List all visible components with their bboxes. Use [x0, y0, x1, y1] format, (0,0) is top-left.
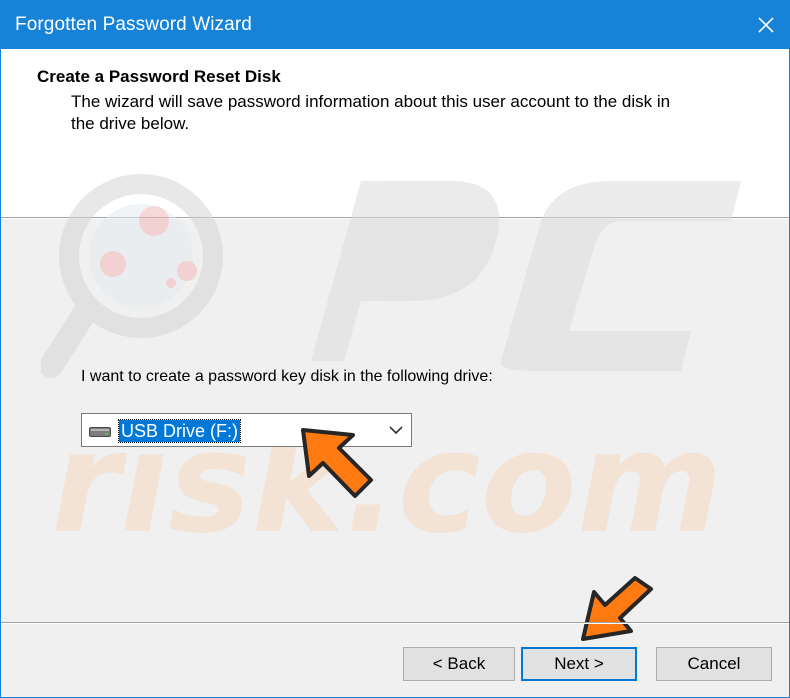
- next-button[interactable]: Next >: [521, 647, 637, 681]
- wizard-window: Forgotten Password Wizard Create a Passw…: [0, 0, 790, 698]
- wizard-header: Create a Password Reset Disk The wizard …: [1, 49, 789, 217]
- chevron-down-icon[interactable]: [389, 425, 403, 435]
- window-title: Forgotten Password Wizard: [15, 14, 252, 35]
- close-icon: [758, 17, 774, 33]
- pointer-arrow-next: [581, 576, 653, 641]
- close-button[interactable]: [743, 1, 789, 49]
- footer-divider: [1, 622, 789, 624]
- pcrisk-watermark: risk.com: [41, 174, 741, 551]
- page-title: Create a Password Reset Disk: [37, 67, 281, 86]
- header-divider: [1, 217, 789, 219]
- drive-prompt-label: I want to create a password key disk in …: [81, 368, 493, 385]
- cancel-button[interactable]: Cancel: [656, 647, 772, 681]
- pointer-arrow-drive: [301, 428, 373, 498]
- page-description: The wizard will save password informatio…: [71, 92, 671, 133]
- selected-drive: USB Drive (F:): [118, 419, 241, 443]
- drive-icon: [89, 427, 111, 437]
- title-bar[interactable]: Forgotten Password Wizard: [1, 1, 789, 49]
- back-button[interactable]: < Back: [403, 647, 515, 681]
